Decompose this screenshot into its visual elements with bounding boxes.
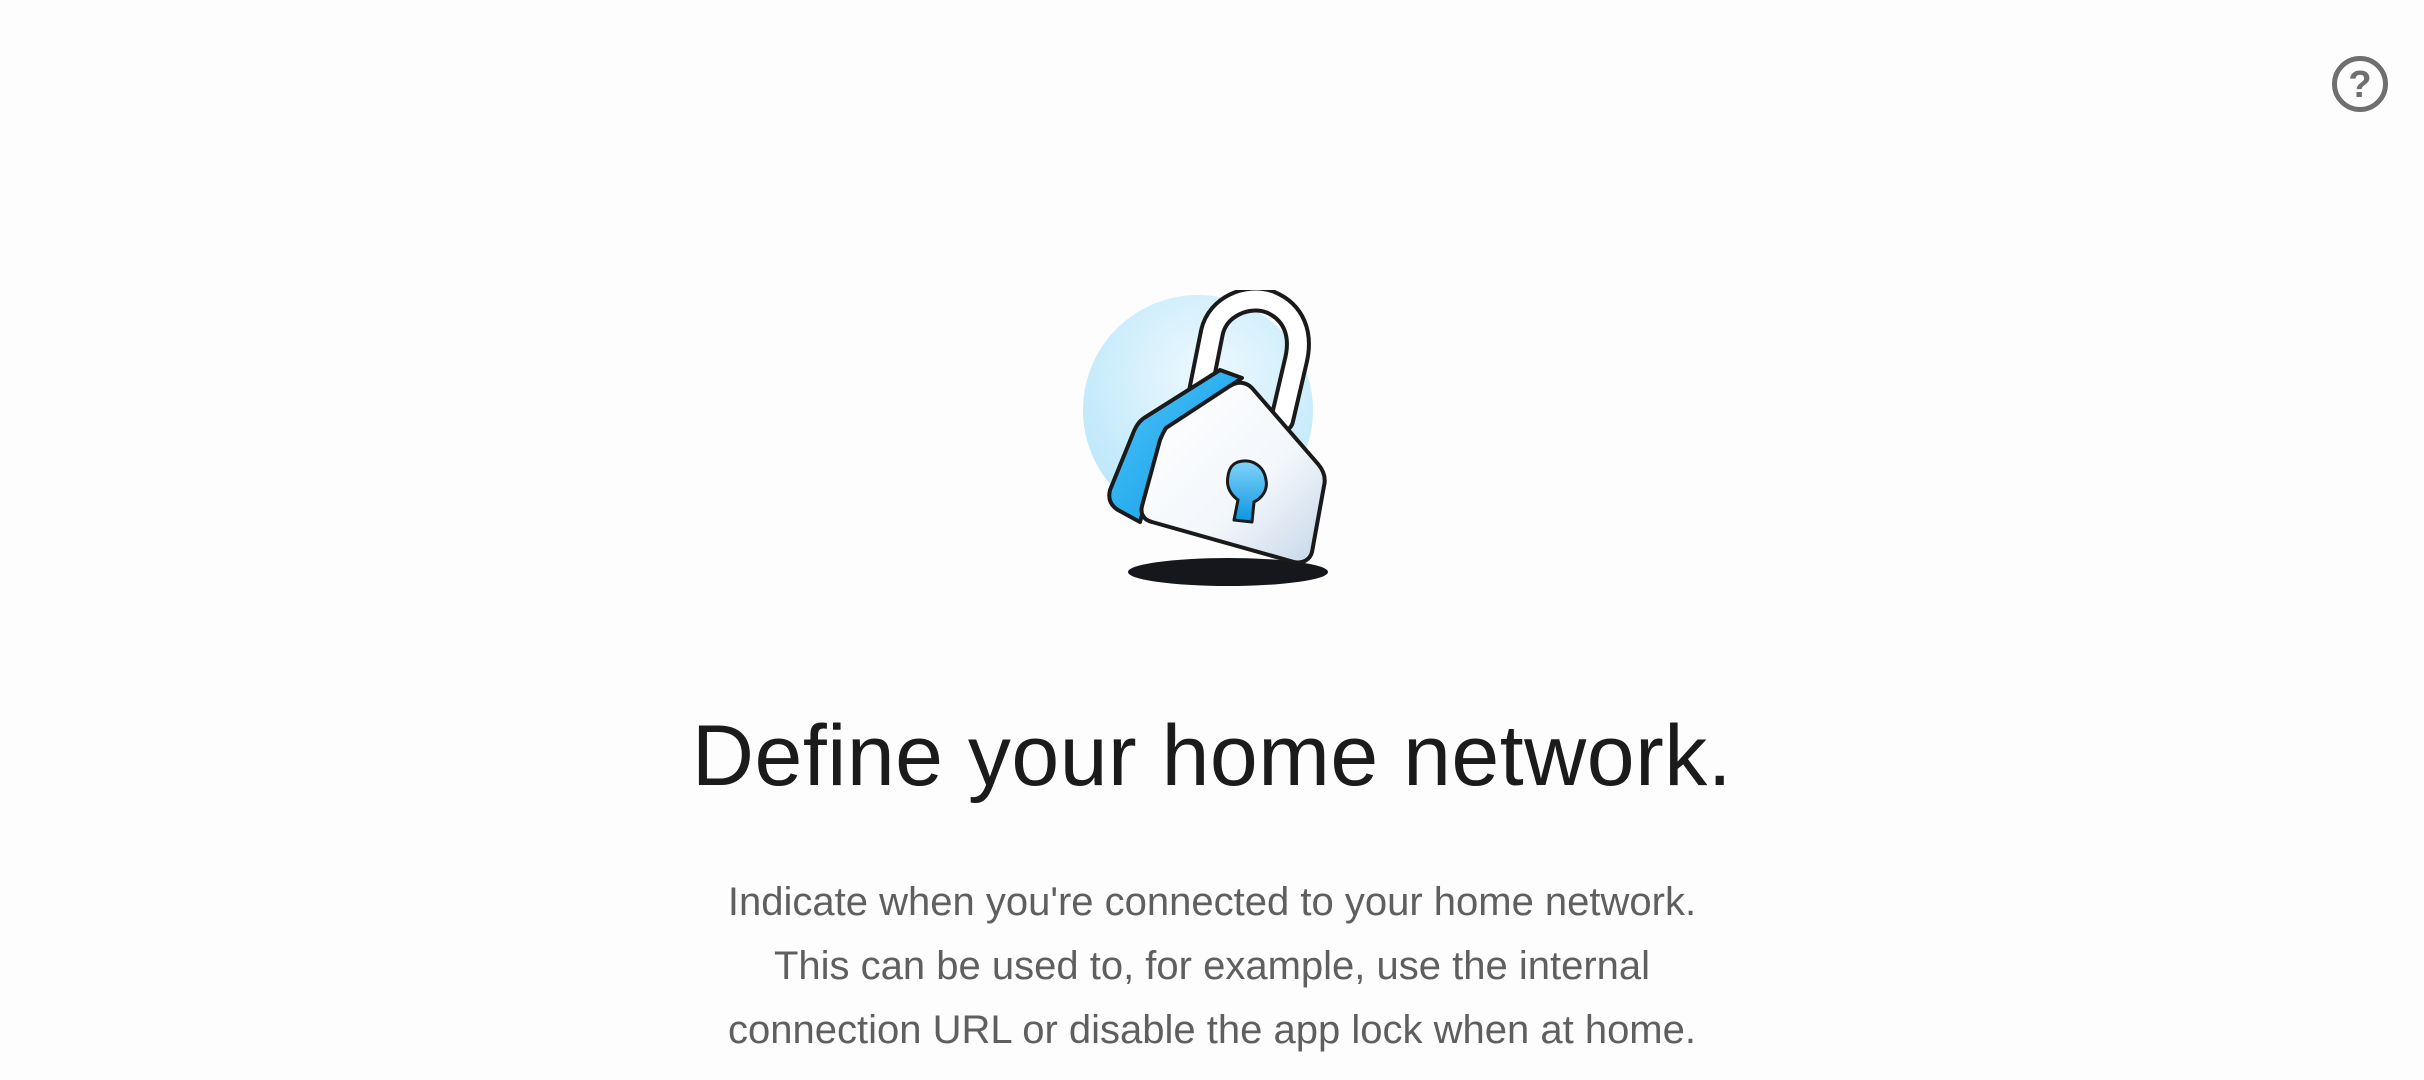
question-mark-icon: ? <box>2348 64 2372 106</box>
help-button[interactable]: ? <box>2332 56 2388 112</box>
page-title: Define your home network. <box>691 708 1733 804</box>
padlock-icon <box>1083 286 1328 586</box>
home-network-screen: ? Define your home network. Indicate whe… <box>0 0 2424 1080</box>
padlock-illustration <box>1080 286 1350 590</box>
page-description: Indicate when you're connected to your h… <box>727 880 1697 1052</box>
